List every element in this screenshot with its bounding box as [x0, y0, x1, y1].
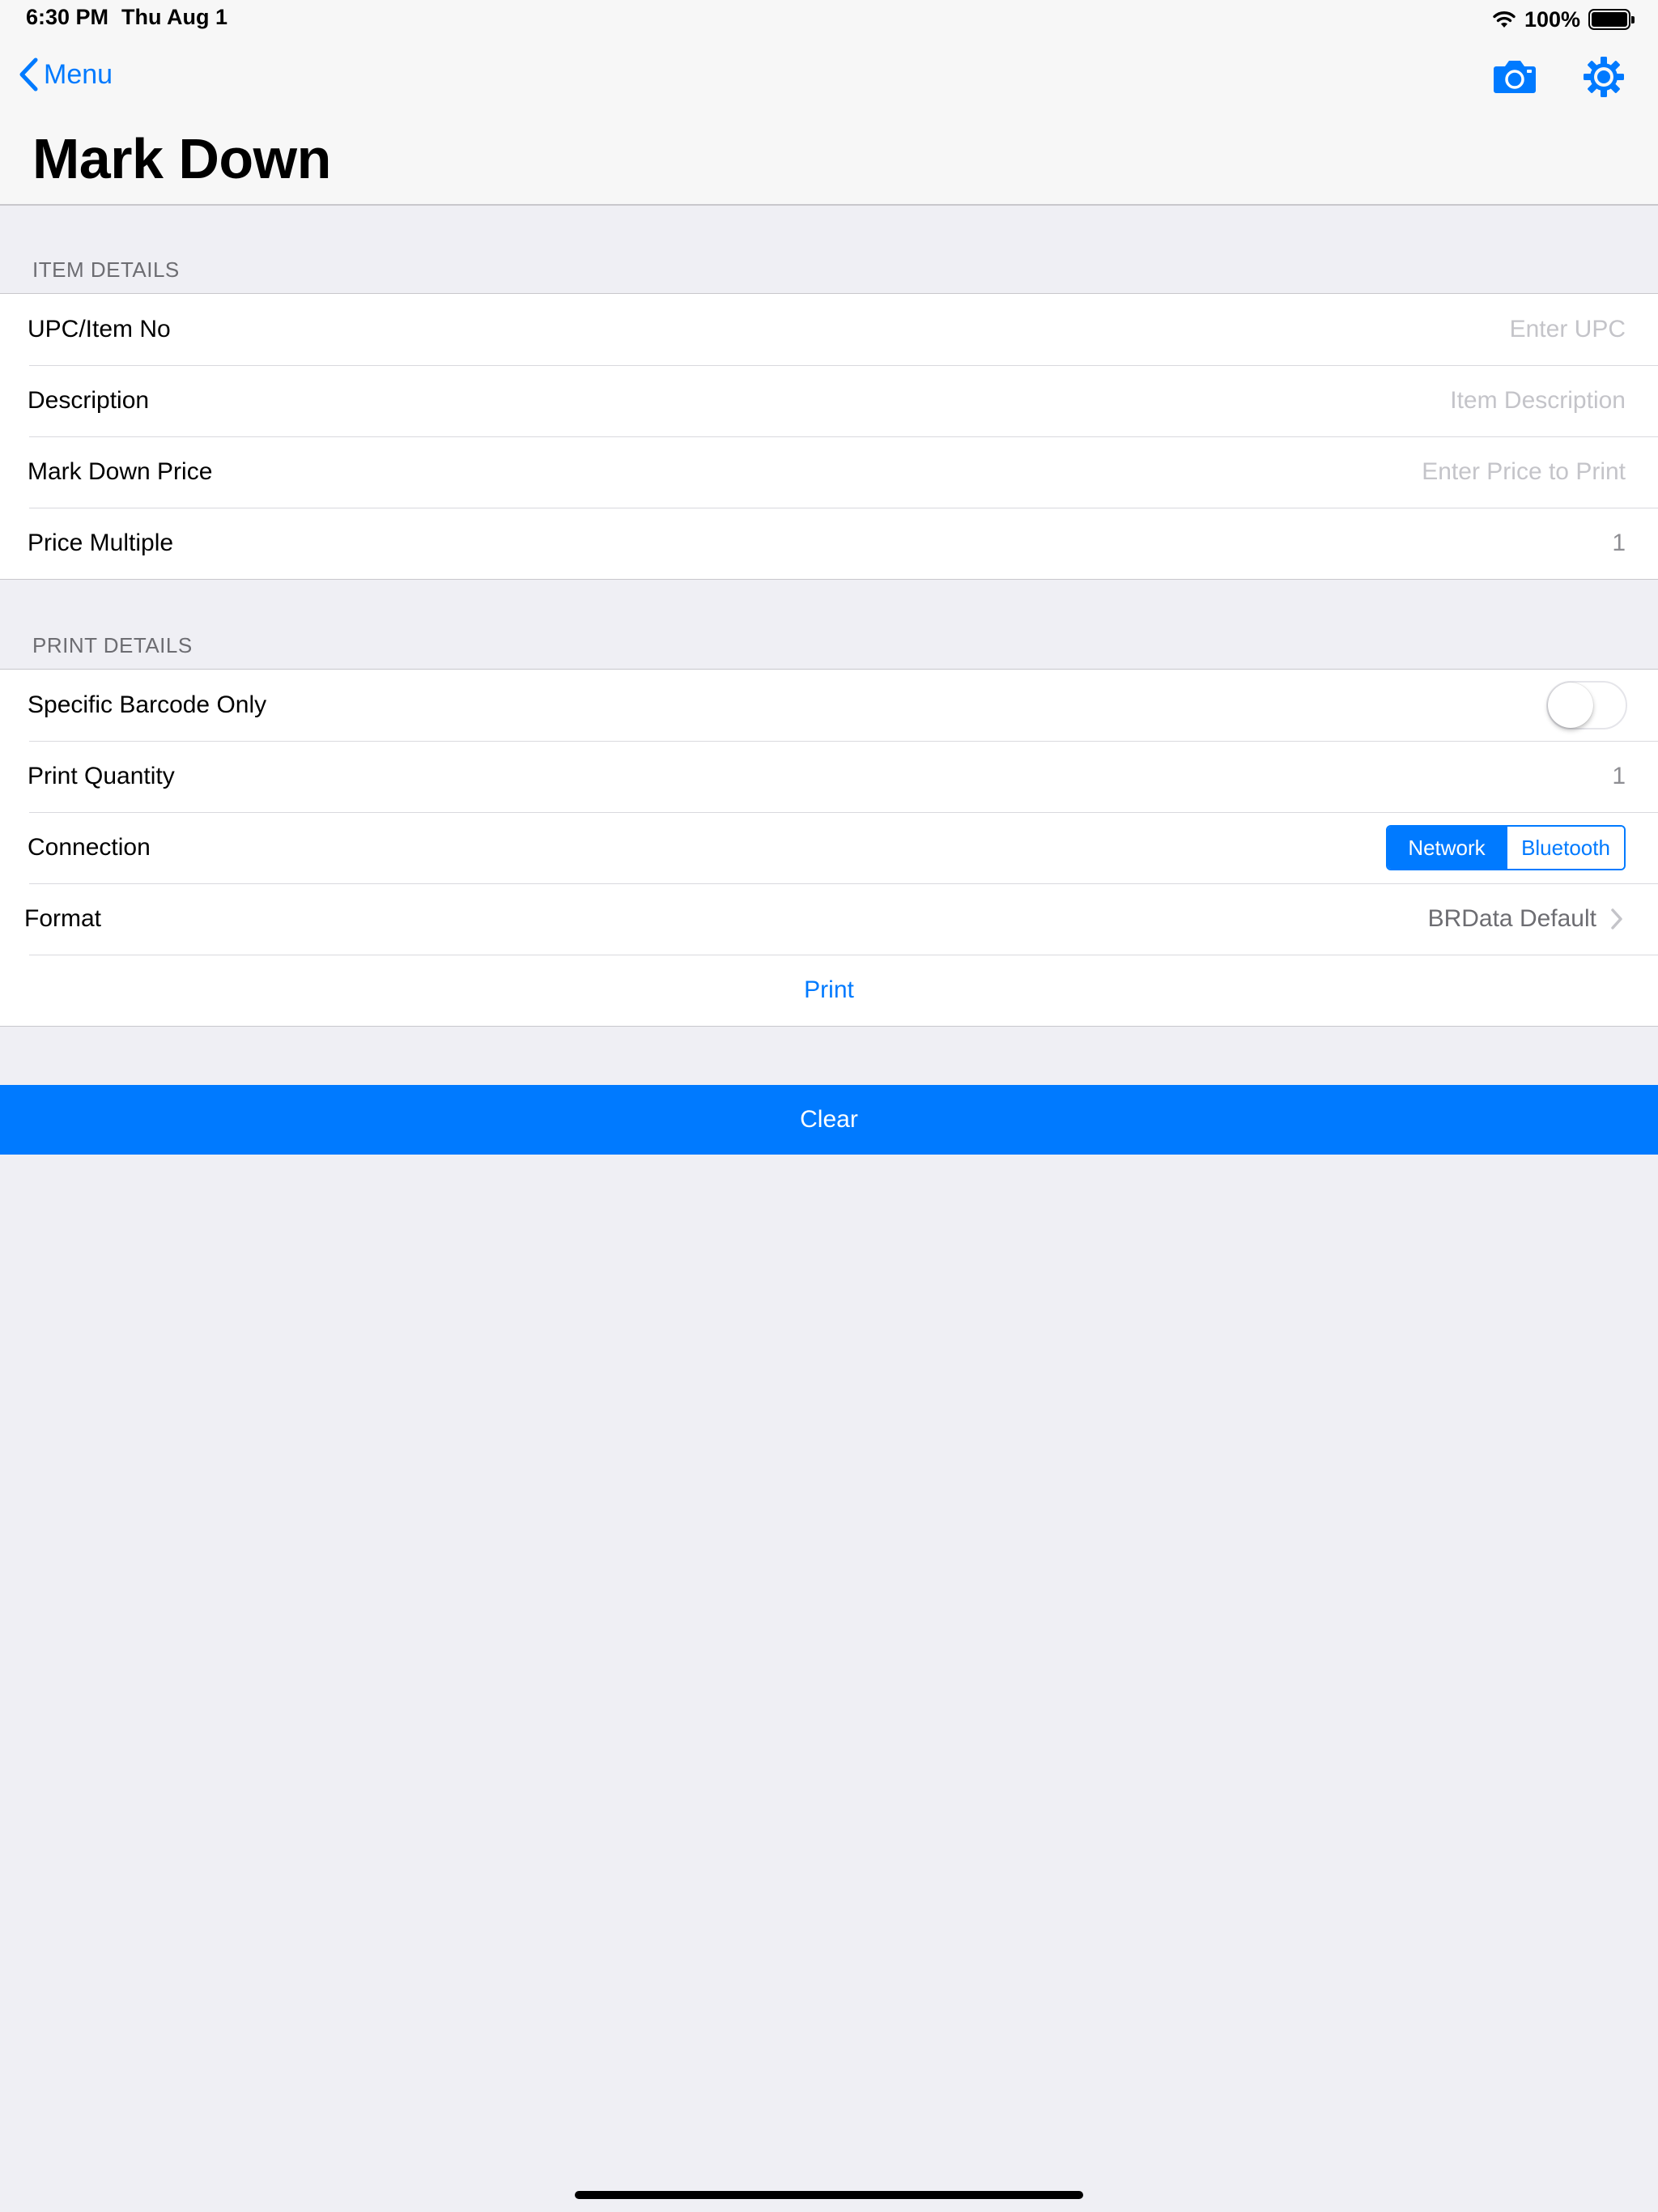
mark-down-price-row[interactable]: Mark Down Price Enter Price to Print — [0, 436, 1658, 508]
page-title: Mark Down — [32, 127, 331, 190]
mark-down-price-input[interactable]: Enter Price to Print — [1422, 458, 1626, 486]
price-multiple-row[interactable]: Price Multiple 1 — [0, 508, 1658, 579]
price-multiple-label: Price Multiple — [28, 530, 174, 556]
chevron-left-icon — [19, 57, 38, 91]
description-input[interactable]: Item Description — [1450, 387, 1626, 415]
upc-input[interactable]: Enter UPC — [1510, 316, 1626, 343]
camera-icon — [1494, 61, 1536, 93]
upc-label: UPC/Item No — [28, 316, 171, 342]
mark-down-price-label: Mark Down Price — [28, 458, 213, 485]
print-button[interactable]: Print — [0, 976, 1658, 1004]
chevron-right-icon — [1611, 908, 1622, 929]
segment-network[interactable]: Network — [1388, 827, 1506, 869]
section-header-item-details: ITEM DETAILS — [32, 257, 180, 282]
upc-row[interactable]: UPC/Item No Enter UPC — [0, 294, 1658, 365]
section-header-print-details: PRINT DETAILS — [32, 633, 193, 657]
battery-cap — [1631, 16, 1635, 23]
print-quantity-row[interactable]: Print Quantity 1 — [0, 741, 1658, 812]
specific-barcode-label: Specific Barcode Only — [28, 691, 267, 718]
specific-barcode-toggle[interactable] — [1546, 681, 1627, 730]
connection-segmented-control: Network Bluetooth — [1386, 825, 1626, 870]
format-row[interactable]: Format BRData Default — [0, 883, 1658, 955]
print-row[interactable]: Print — [0, 955, 1658, 1026]
camera-button[interactable] — [1493, 58, 1537, 98]
battery-percent: 100% — [1524, 6, 1580, 32]
wifi-icon — [1493, 11, 1516, 28]
battery-icon — [1588, 9, 1635, 30]
toggle-knob — [1548, 683, 1593, 728]
clear-button[interactable]: Clear — [0, 1085, 1658, 1155]
price-multiple-input[interactable]: 1 — [1612, 530, 1626, 557]
item-details-group: UPC/Item No Enter UPC Description Item D… — [0, 293, 1658, 580]
gear-icon — [1584, 57, 1624, 97]
description-label: Description — [28, 387, 150, 414]
navigation-bar: Menu Mark Down — [0, 39, 1658, 206]
print-quantity-label: Print Quantity — [28, 763, 175, 789]
settings-button[interactable] — [1582, 55, 1626, 103]
home-indicator[interactable] — [575, 2191, 1083, 2199]
back-label: Menu — [44, 58, 113, 90]
battery-fill — [1592, 12, 1627, 27]
back-button[interactable]: Menu — [18, 57, 113, 92]
print-details-group: Specific Barcode Only Print Quantity 1 C… — [0, 669, 1658, 1027]
status-date: Thu Aug 1 — [121, 5, 227, 29]
specific-barcode-row: Specific Barcode Only — [0, 670, 1658, 741]
status-right: 100% — [1492, 5, 1635, 34]
connection-row: Connection Network Bluetooth — [0, 812, 1658, 883]
format-value: BRData Default — [1427, 905, 1596, 932]
description-row[interactable]: Description Item Description — [0, 365, 1658, 436]
status-bar: 6:30 PM Thu Aug 1 100% — [0, 0, 1658, 39]
status-time: 6:30 PM — [26, 5, 109, 29]
print-quantity-input[interactable]: 1 — [1612, 763, 1626, 790]
segment-bluetooth[interactable]: Bluetooth — [1506, 827, 1624, 869]
format-label: Format — [24, 905, 102, 932]
connection-label: Connection — [28, 834, 151, 861]
